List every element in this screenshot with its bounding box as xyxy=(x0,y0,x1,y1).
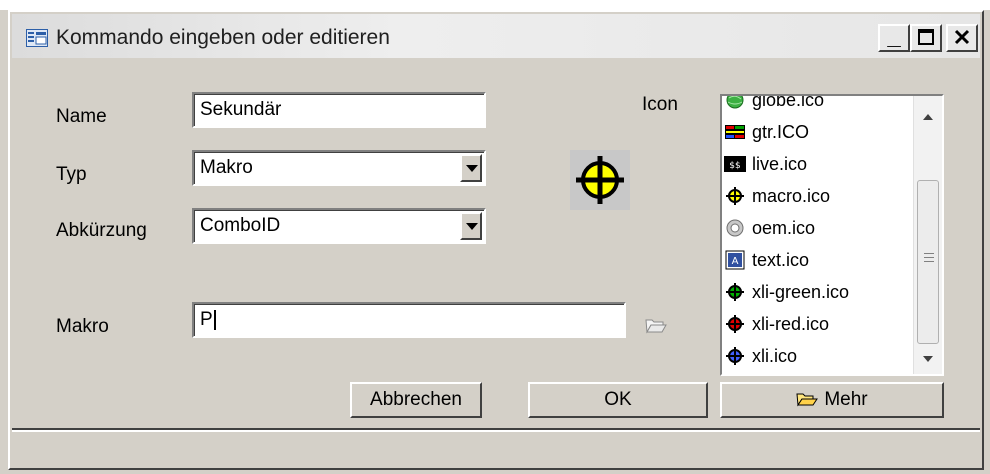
minimize-icon: _ xyxy=(887,23,901,50)
live-icon: $$ xyxy=(724,156,746,172)
name-value: Sekundär xyxy=(200,99,282,120)
top-strip xyxy=(0,0,990,10)
oem-icon xyxy=(726,219,744,237)
icon-list-item[interactable]: gtr.ICO xyxy=(722,116,906,148)
icon-list-item[interactable]: $$ live.ico xyxy=(722,148,906,180)
globe-icon xyxy=(726,96,744,109)
ok-button[interactable]: OK xyxy=(528,382,708,418)
name-label: Name xyxy=(56,106,107,127)
more-button[interactable]: Mehr xyxy=(720,382,944,418)
title-bar[interactable]: Kommando eingeben oder editieren _ xyxy=(12,14,980,58)
close-icon xyxy=(954,29,970,45)
typ-label: Typ xyxy=(56,164,87,185)
name-field[interactable]: Sekundär xyxy=(192,92,486,128)
icon-list-item[interactable]: xli-red.ico xyxy=(722,308,906,340)
typ-dropdown[interactable]: Makro xyxy=(192,150,486,186)
folder-icon xyxy=(796,393,819,407)
macro-crosshair-icon xyxy=(726,187,744,205)
minimize-button[interactable]: _ xyxy=(878,24,910,52)
icon-list-item-label: xli-red.ico xyxy=(752,313,830,334)
scrollbar-thumb[interactable] xyxy=(917,180,939,344)
maximize-icon xyxy=(918,29,934,45)
icon-list-item-label: globe.ico xyxy=(752,94,825,110)
icon-list: globe.ico gtr.ICO $$ live.ico macro.ico oem.i… xyxy=(722,94,906,372)
macro-crosshair-icon xyxy=(576,156,624,204)
icon-list-item[interactable]: oem.ico xyxy=(722,212,906,244)
scroll-down-arrow[interactable] xyxy=(923,356,933,362)
icon-list-item-label: gtr.ICO xyxy=(752,121,810,142)
dialog-icon xyxy=(26,29,48,47)
icon-list-item[interactable]: xli.ico xyxy=(722,340,906,372)
text-caret xyxy=(213,309,216,330)
icon-label: Icon xyxy=(642,94,678,115)
window-title: Kommando eingeben oder editieren xyxy=(56,26,390,49)
maximize-button[interactable] xyxy=(910,24,942,52)
ok-label: OK xyxy=(604,389,632,410)
cancel-button[interactable]: Abbrechen xyxy=(350,382,482,418)
vertical-scrollbar[interactable] xyxy=(913,96,942,374)
icon-list-item[interactable]: globe.ico xyxy=(722,94,906,116)
makro-label: Makro xyxy=(56,316,109,337)
cancel-label: Abbrechen xyxy=(370,389,462,410)
dialog-window: Kommando eingeben oder editieren _ Name … xyxy=(8,10,984,470)
abkuerzung-dropdown[interactable]: ComboID xyxy=(192,208,486,244)
close-button[interactable] xyxy=(946,24,978,52)
typ-dropdown-arrow[interactable] xyxy=(460,154,482,182)
icon-list-item-label: live.ico xyxy=(752,153,808,174)
gtr-icon xyxy=(725,125,745,139)
icon-preview xyxy=(570,150,630,210)
icon-list-item[interactable]: xli-green.ico xyxy=(722,276,906,308)
abkuerzung-label: Abkürzung xyxy=(56,220,147,241)
red-crosshair-icon xyxy=(726,315,744,333)
makro-input[interactable]: P xyxy=(192,302,626,338)
svg-text:A: A xyxy=(732,256,739,267)
green-crosshair-icon xyxy=(726,283,744,301)
icon-list-item-label: text.ico xyxy=(752,249,810,270)
more-label: Mehr xyxy=(824,389,868,410)
browse-folder-icon[interactable] xyxy=(644,316,668,334)
divider-highlight xyxy=(12,430,980,432)
abkuerzung-dropdown-arrow[interactable] xyxy=(460,212,482,240)
scroll-up-arrow[interactable] xyxy=(923,114,933,120)
text-icon: A xyxy=(725,250,745,270)
typ-value: Makro xyxy=(200,157,253,178)
abkuerzung-value: ComboID xyxy=(200,215,281,236)
icon-list-item-label: xli.ico xyxy=(752,345,798,366)
blue-crosshair-icon xyxy=(726,347,744,365)
icon-list-item[interactable]: Atext.ico xyxy=(722,244,906,276)
svg-text:$$: $$ xyxy=(729,161,740,171)
icon-list-item-label: oem.ico xyxy=(752,217,816,238)
makro-value: P xyxy=(200,309,213,330)
icon-listbox[interactable]: globe.ico gtr.ICO $$ live.ico macro.ico oem.i… xyxy=(720,94,944,376)
icon-list-item-label: xli-green.ico xyxy=(752,281,850,302)
icon-list-item-label: macro.ico xyxy=(752,185,831,206)
icon-list-item[interactable]: macro.ico xyxy=(722,180,906,212)
